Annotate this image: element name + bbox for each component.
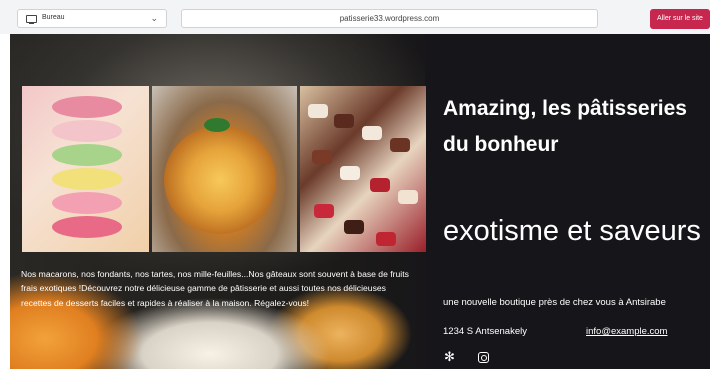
yelp-icon[interactable]: ✻ [444,350,458,364]
hero-tagline: une nouvelle boutique près de chez vous … [443,297,666,308]
hero-title: Amazing, les pâtisseries du bonheur [443,97,687,156]
url-field[interactable]: patisserie33.wordpress.com [181,9,598,28]
hero-description: Nos macarons, nos fondants, nos tartes, … [21,269,409,308]
editor-toolbar: Bureau ⌄ patisserie33.wordpress.com Alle… [0,0,710,34]
visit-site-button[interactable]: Aller sur le site [650,9,710,29]
monitor-icon [26,15,37,24]
hero-dark-panel [425,34,710,369]
contact-address: 1234 S Antsenakely [443,326,527,337]
device-select-label: Bureau [42,14,65,21]
hero-section: Nos macarons, nos fondants, nos tartes, … [10,34,710,369]
instagram-icon[interactable] [478,352,489,363]
macarons-photo [22,86,149,252]
patisseries-photo [300,86,426,252]
contact-email-link[interactable]: info@example.com [586,326,667,337]
device-preview-select[interactable]: Bureau ⌄ [17,9,167,28]
chevron-down-icon: ⌄ [150,13,158,23]
hero-subtitle: exotisme et saveurs [443,215,701,247]
tartelette-photo [152,86,297,252]
